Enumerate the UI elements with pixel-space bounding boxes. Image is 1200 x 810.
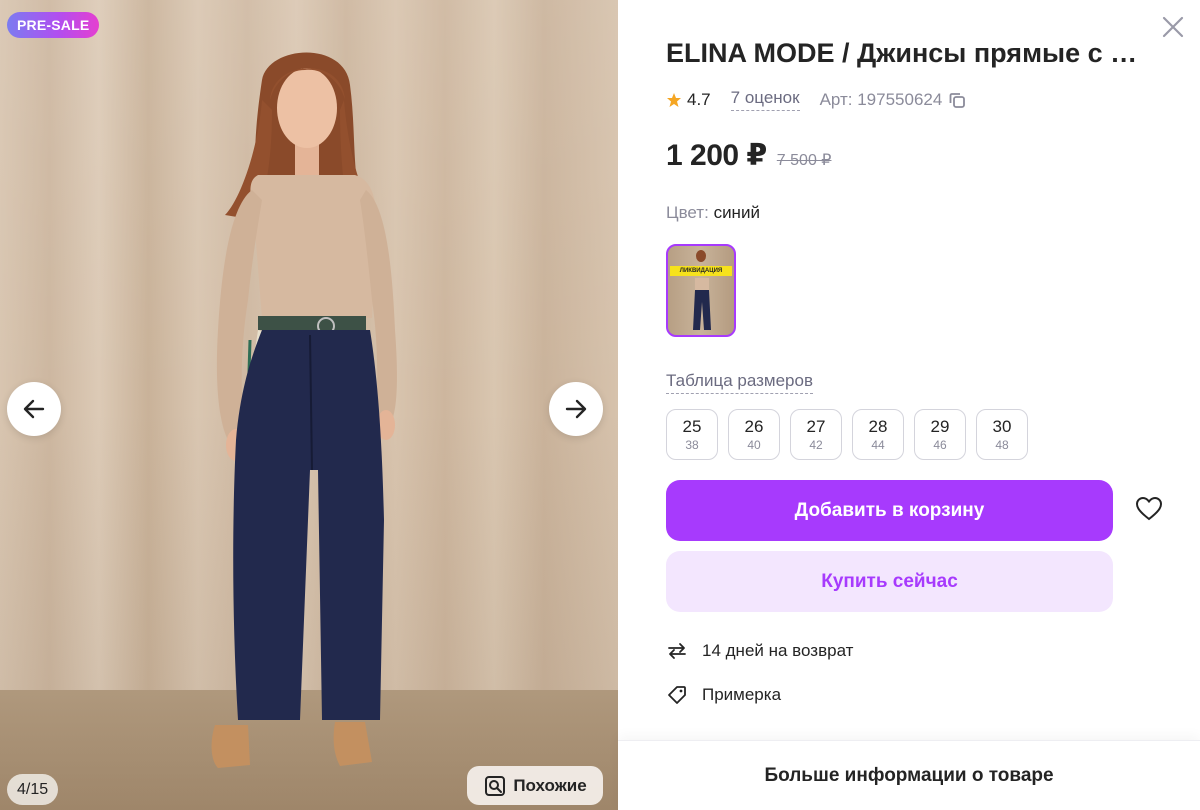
old-price: 7 500 ₽	[776, 152, 832, 169]
search-similar-icon	[485, 775, 506, 796]
size-option[interactable]: 27 42	[790, 409, 842, 460]
star-icon	[667, 92, 681, 107]
return-policy: 14 дней на возврат	[666, 640, 853, 662]
add-to-cart-button[interactable]: Добавить в корзину	[666, 480, 1113, 541]
size-option[interactable]: 25 38	[666, 409, 718, 460]
fitting-option: Примерка	[666, 684, 781, 706]
next-photo-button[interactable]	[549, 382, 603, 436]
product-quick-view-modal: PRE-SALE 4/15 Похожие ELINA MODE / Джинс…	[0, 0, 1200, 810]
color-label: Цвет: синий	[666, 203, 760, 222]
product-meta: 4.7 7 оценок Арт: 197550624	[666, 88, 966, 111]
swatch-tag: ЛИКВИДАЦИЯ	[670, 266, 732, 276]
size-ru: 30	[992, 416, 1012, 436]
size-option[interactable]: 26 40	[728, 409, 780, 460]
size-table-link[interactable]: Таблица размеров	[666, 371, 813, 394]
article-number: Арт: 197550624	[819, 89, 943, 109]
presale-badge: PRE-SALE	[7, 12, 100, 38]
size-eu: 42	[809, 437, 823, 452]
size-option[interactable]: 29 46	[914, 409, 966, 460]
color-swatch-selected[interactable]: ЛИКВИДАЦИЯ	[666, 244, 736, 337]
size-option[interactable]: 30 48	[976, 409, 1028, 460]
similar-button[interactable]: Похожие	[467, 766, 603, 805]
size-option[interactable]: 28 44	[852, 409, 904, 460]
similar-label: Похожие	[513, 775, 587, 795]
size-eu: 46	[933, 437, 947, 452]
current-price: 1 200 ₽	[666, 139, 767, 172]
color-value: синий	[713, 203, 760, 222]
copy-icon[interactable]	[948, 91, 966, 109]
product-title[interactable]: ELINA MODE / Джинсы прямые с …	[666, 36, 1156, 70]
buy-now-button[interactable]: Купить сейчас	[666, 551, 1113, 612]
close-icon[interactable]	[1160, 14, 1186, 40]
product-gallery[interactable]: PRE-SALE 4/15 Похожие	[0, 0, 618, 810]
size-eu: 38	[685, 437, 699, 452]
arrow-right-icon	[565, 399, 587, 419]
swatch-thumbnail	[693, 250, 711, 330]
size-ru: 27	[806, 416, 826, 436]
size-ru: 28	[868, 416, 888, 436]
reviews-link[interactable]: 7 оценок	[730, 88, 800, 111]
size-ru: 29	[930, 416, 950, 436]
return-arrows-icon	[668, 643, 686, 659]
return-text: 14 дней на возврат	[702, 641, 854, 660]
size-options: 25 38 26 40 27 42 28 44 29 46 30 48	[666, 409, 1028, 460]
fitting-text: Примерка	[702, 685, 782, 704]
tag-icon	[668, 686, 686, 704]
rating-value: 4.7	[687, 89, 711, 109]
heart-icon[interactable]	[1134, 494, 1164, 524]
size-ru: 25	[682, 416, 702, 436]
size-eu: 40	[747, 437, 761, 452]
arrow-left-icon	[23, 399, 45, 419]
photo-counter: 4/15	[7, 774, 59, 805]
size-eu: 48	[995, 437, 1009, 452]
prev-photo-button[interactable]	[7, 382, 61, 436]
more-info-button[interactable]: Больше информации о товаре	[618, 740, 1200, 810]
product-photo	[211, 52, 397, 768]
price-row: 1 200 ₽ 7 500 ₽	[666, 138, 831, 173]
size-ru: 26	[744, 416, 764, 436]
product-details: ELINA MODE / Джинсы прямые с … 4.7 7 оце…	[618, 0, 1200, 810]
size-eu: 44	[871, 437, 885, 452]
